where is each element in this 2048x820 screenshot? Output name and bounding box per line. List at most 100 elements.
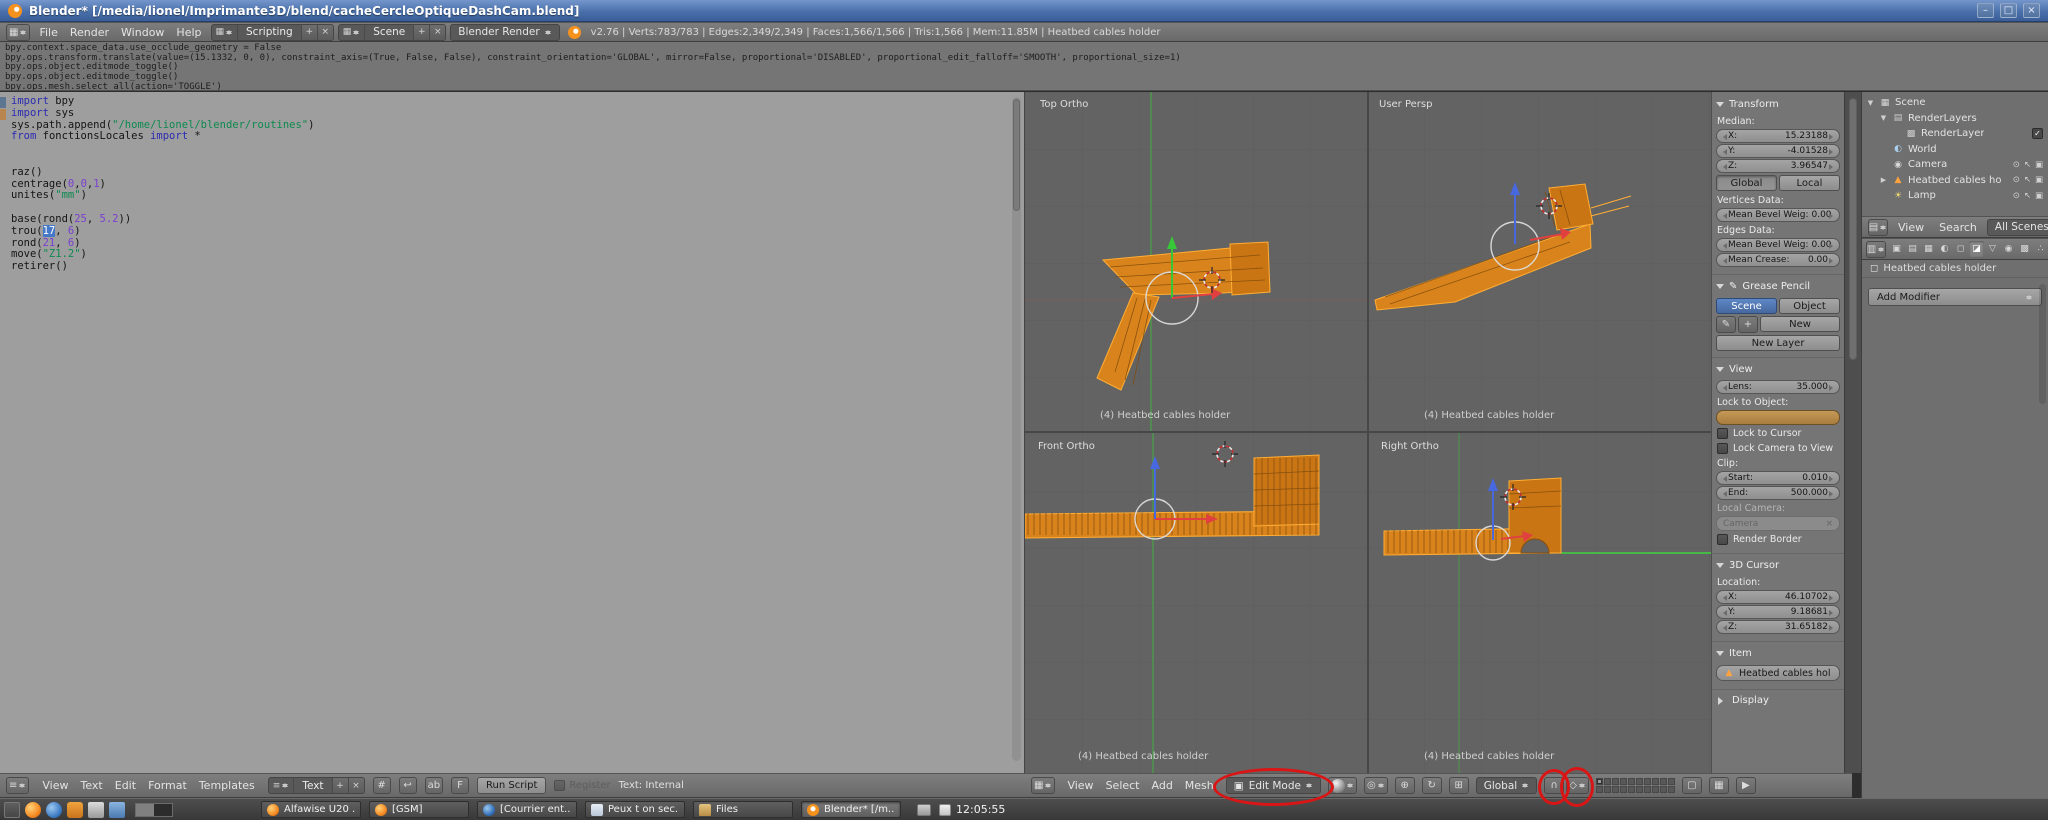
opengl-render-icon[interactable]: ▦: [1708, 777, 1729, 794]
gp-draw-icon[interactable]: ✎: [1716, 316, 1736, 333]
register-checkbox[interactable]: [554, 780, 566, 791]
transform-panel-header[interactable]: Transform: [1716, 96, 1840, 114]
viewport-menu-view[interactable]: View: [1062, 778, 1098, 793]
properties-tab-particles[interactable]: ∴: [2033, 241, 2048, 257]
render-border-checkbox[interactable]: [1717, 534, 1728, 545]
lock-camera-checkbox[interactable]: [1717, 443, 1728, 454]
viewport-menu-add[interactable]: Add: [1147, 778, 1178, 793]
run-script-button[interactable]: Run Script: [477, 777, 547, 794]
workspace-cell[interactable]: [136, 803, 154, 816]
outliner-region[interactable]: ▼ ▦ Scene ▼ ▤ RenderLayers ▩ RenderLayer ✓ ◐ World…: [1861, 92, 2048, 238]
taskbar-window-button[interactable]: Blender* [/m...: [801, 801, 901, 818]
word-wrap-toggle-icon[interactable]: ↩: [398, 777, 417, 794]
outliner-row-world[interactable]: ◐ World: [1862, 142, 2048, 158]
text-editor-scrollbar[interactable]: [1012, 97, 1021, 761]
outliner-row-renderlayer[interactable]: ▩ RenderLayer ✓: [1862, 126, 2048, 142]
text-menu-view[interactable]: View: [37, 778, 73, 793]
editor-type-info-icon[interactable]: ▦: [6, 23, 31, 41]
layer-cell[interactable]: [1643, 786, 1651, 793]
snap-element-dropdown[interactable]: ◇: [1566, 777, 1589, 794]
renderlayer-checkbox-icon[interactable]: ✓: [2032, 128, 2043, 140]
cursor-x-slider[interactable]: X: 46.10702: [1716, 590, 1840, 604]
info-log-region[interactable]: bpy.context.space_data.use_occlude_geome…: [0, 42, 2048, 91]
renderability-camera-icon[interactable]: ▣: [2035, 175, 2043, 185]
layer-cell[interactable]: [1603, 778, 1611, 785]
window-minimize-button[interactable]: –: [1977, 3, 1994, 18]
text-menu-edit[interactable]: Edit: [110, 778, 141, 793]
breadcrumb-object-name[interactable]: Heatbed cables holder: [1883, 263, 1996, 274]
properties-tab-scene[interactable]: ▦: [1921, 241, 1936, 257]
gp-new-button[interactable]: New: [1760, 316, 1840, 332]
text-datablock-selector[interactable]: ≡ Text + ×: [267, 777, 365, 794]
selectability-arrow-icon[interactable]: ↖: [2024, 191, 2031, 201]
clip-end-slider[interactable]: End: 500.000: [1716, 486, 1840, 500]
add-scene-button[interactable]: +: [413, 24, 430, 40]
layer-cell[interactable]: [1611, 778, 1619, 785]
visibility-eye-icon[interactable]: ⊙: [2013, 191, 2020, 201]
layer-cell[interactable]: [1635, 778, 1643, 785]
package-icon[interactable]: [67, 801, 83, 818]
gp-new-layer-button[interactable]: New Layer: [1716, 335, 1840, 351]
gp-source-scene-button[interactable]: Scene: [1716, 298, 1777, 314]
layer-cell[interactable]: [1619, 786, 1627, 793]
properties-tab-object[interactable]: ◻: [1953, 241, 1968, 257]
layer-cell[interactable]: [1667, 778, 1675, 785]
window-close-button[interactable]: ×: [2023, 3, 2040, 18]
interaction-mode-dropdown[interactable]: ▣ Edit Mode: [1225, 777, 1321, 794]
viewport-shading-dropdown[interactable]: [1327, 777, 1357, 794]
item-panel-header[interactable]: Item: [1716, 645, 1840, 663]
scene-selector-icon[interactable]: ▦: [339, 24, 366, 40]
add-modifier-dropdown[interactable]: Add Modifier: [1868, 288, 2042, 306]
view-panel-header[interactable]: View: [1716, 361, 1840, 379]
properties-tab-modifiers[interactable]: ◪: [1969, 241, 1984, 257]
viewport-menu-select[interactable]: Select: [1101, 778, 1145, 793]
editor-type-properties-icon[interactable]: ▥: [1866, 240, 1886, 258]
object-name-field[interactable]: ▲ Heatbed cables hol: [1716, 665, 1840, 681]
layer-cell[interactable]: [1595, 786, 1603, 793]
pivot-point-dropdown[interactable]: ◎: [1363, 777, 1388, 794]
expander-icon[interactable]: ▼: [1866, 99, 1875, 107]
properties-tab-render[interactable]: ▣: [1889, 241, 1904, 257]
expander-icon[interactable]: ▼: [1879, 114, 1888, 122]
cursor-panel-header[interactable]: 3D Cursor: [1716, 557, 1840, 575]
vertex-bevel-weight-slider[interactable]: Mean Bevel Weig: 0.00: [1716, 208, 1840, 222]
layer-cell[interactable]: [1643, 778, 1651, 785]
edge-bevel-weight-slider[interactable]: Mean Bevel Weig: 0.00: [1716, 238, 1840, 252]
menubar-menu-file[interactable]: File: [34, 25, 62, 40]
editor-type-text-icon[interactable]: ≡: [6, 777, 30, 794]
files-icon[interactable]: [88, 801, 104, 818]
scrollbar-thumb[interactable]: [1849, 98, 1857, 360]
clip-start-slider[interactable]: Start: 0.010: [1716, 471, 1840, 485]
scene-selector[interactable]: ▦ Scene + ×: [337, 23, 447, 41]
line-numbers-toggle-icon[interactable]: #: [372, 777, 391, 794]
layer-cell[interactable]: [1635, 786, 1643, 793]
menubar-menu-window[interactable]: Window: [116, 25, 169, 40]
gp-source-object-button[interactable]: Object: [1779, 298, 1840, 314]
orientation-global-button[interactable]: Global: [1716, 175, 1777, 191]
lock-icon[interactable]: ▢: [1681, 777, 1702, 794]
screen-layout-name[interactable]: Scripting: [238, 26, 301, 38]
window-maximize-button[interactable]: □: [2000, 3, 2017, 18]
layer-cell[interactable]: [1619, 778, 1627, 785]
taskbar-window-button[interactable]: Files: [693, 801, 793, 818]
workspace-cell[interactable]: [154, 804, 172, 816]
outliner-row-renderlayers[interactable]: ▼ ▤ RenderLayers: [1862, 111, 2048, 127]
grease-pencil-panel-header[interactable]: ✎ Grease Pencil: [1716, 278, 1840, 296]
text-menu-templates[interactable]: Templates: [194, 778, 260, 793]
taskbar-window-button[interactable]: Alfawise U20 ...: [261, 801, 361, 818]
properties-scrollbar[interactable]: [2039, 284, 2046, 404]
window-titlebar[interactable]: Blender* [/media/lionel/Imprimante3D/ble…: [0, 0, 2048, 22]
visibility-eye-icon[interactable]: ⊙: [2013, 175, 2020, 185]
outliner-menu-view[interactable]: View: [1893, 220, 1929, 235]
taskbar-window-button[interactable]: [Courrier ent...: [477, 801, 577, 818]
layer-cell[interactable]: [1627, 778, 1635, 785]
editor-icon[interactable]: [109, 801, 125, 818]
gp-add-icon[interactable]: +: [1738, 316, 1758, 333]
renderability-camera-icon[interactable]: ▣: [2035, 191, 2043, 201]
transform-orientation-dropdown[interactable]: Global: [1475, 777, 1538, 794]
manipulator-translate-icon[interactable]: ⊕: [1394, 777, 1415, 794]
taskbar-window-button[interactable]: Peux t on sec...: [585, 801, 685, 818]
snap-magnet-icon[interactable]: ∩: [1544, 777, 1565, 794]
npanel-scrollbar[interactable]: [1844, 92, 1861, 773]
cursor-z-slider[interactable]: Z: 31.65182: [1716, 620, 1840, 634]
